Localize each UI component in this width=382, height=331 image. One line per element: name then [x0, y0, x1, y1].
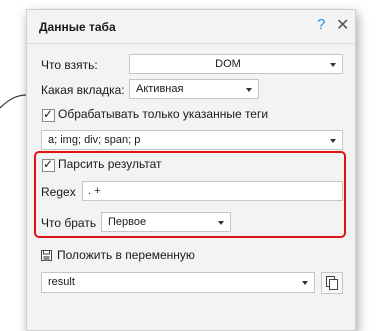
what-to-take-select[interactable]: DOM	[129, 54, 343, 74]
only-tags-label: Обрабатывать только указанные теги	[58, 107, 269, 121]
checkmark-icon: ✓	[43, 107, 54, 121]
chevron-down-icon	[330, 63, 336, 67]
chevron-down-icon	[330, 139, 336, 143]
save-icon	[41, 250, 52, 261]
chevron-down-icon	[302, 281, 308, 285]
help-icon[interactable]: ?	[317, 16, 325, 33]
tags-select[interactable]: a; img; div; span; p	[41, 130, 343, 150]
variable-value: result	[48, 276, 75, 288]
variable-select[interactable]: result	[41, 272, 315, 293]
which-tab-select[interactable]: Активная	[129, 79, 259, 99]
dialog-title: Данные таба	[39, 20, 116, 34]
chevron-down-icon	[246, 88, 252, 92]
dialog-header: Данные таба ? ✕	[27, 10, 355, 44]
what-to-take-label: Что взять:	[41, 58, 98, 72]
which-tab-label: Какая вкладка:	[41, 83, 125, 97]
close-icon[interactable]: ✕	[336, 15, 349, 35]
what-to-take-value: DOM	[215, 58, 241, 70]
copy-button[interactable]	[321, 272, 343, 294]
save-to-var-label: Положить в переменную	[57, 248, 195, 262]
tags-value: a; img; div; span; p	[48, 134, 141, 146]
highlight-box	[34, 151, 346, 238]
copy-icon	[326, 276, 338, 290]
which-tab-value: Активная	[136, 83, 184, 95]
only-tags-checkbox[interactable]: ✓	[42, 107, 55, 122]
